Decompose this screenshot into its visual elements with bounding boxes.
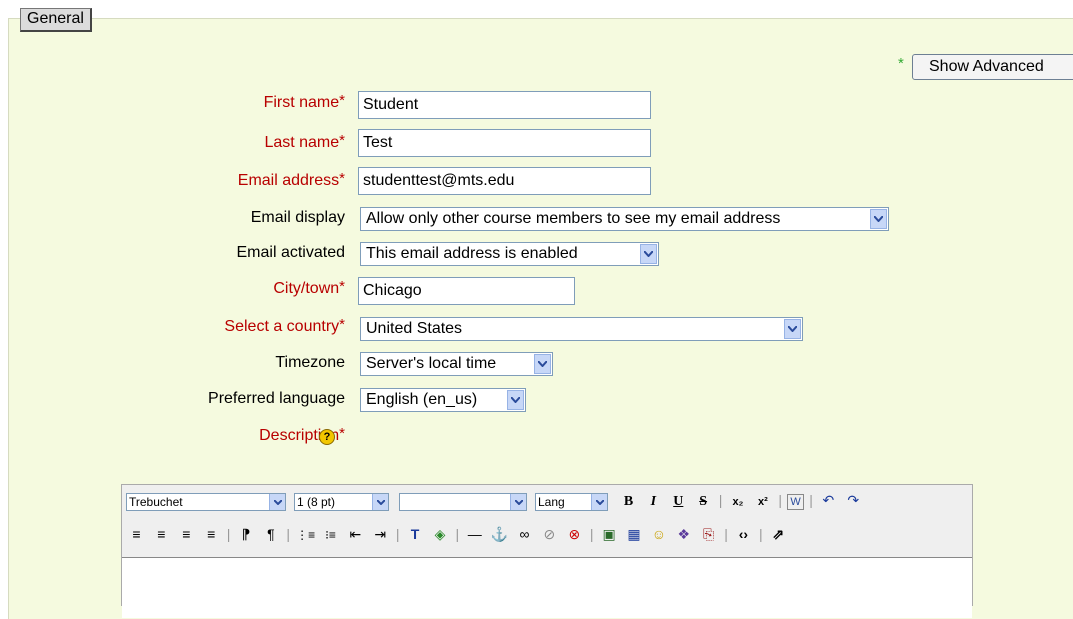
italic-icon[interactable]: I <box>643 493 664 511</box>
last-name-input[interactable]: Test <box>358 129 651 157</box>
outdent-icon[interactable]: ⇤ <box>345 525 366 543</box>
toolbar-row-2: ≡ ≡ ≡ ≡ | ⁋ ¶ | ⋮≡ ⁝≡ ⇤ ⇥ | T ◈ | — ⚓ ∞ … <box>126 525 789 544</box>
general-legend[interactable]: General <box>20 8 92 32</box>
undo-icon[interactable]: ↶ <box>818 491 839 509</box>
bold-icon[interactable]: B <box>618 493 639 511</box>
font-family-select[interactable]: Trebuchet <box>126 493 286 511</box>
ordered-list-icon[interactable]: ⋮≡ <box>295 526 316 544</box>
chevron-down-icon[interactable] <box>372 494 388 510</box>
chevron-down-icon[interactable] <box>640 244 657 264</box>
special-char-icon[interactable]: ❖ <box>673 525 694 543</box>
rtl-icon[interactable]: ¶ <box>260 525 281 543</box>
show-advanced-button[interactable]: Show Advanced <box>912 54 1073 80</box>
first-name-label: First name* <box>263 92 345 111</box>
chevron-down-icon[interactable] <box>784 319 801 339</box>
editor-text-area[interactable] <box>122 557 972 618</box>
toolbar-separator: | <box>718 492 723 508</box>
email-label: Email address* <box>237 170 345 189</box>
chevron-down-icon[interactable] <box>507 390 524 410</box>
email-activated-select[interactable]: This email address is enabled <box>360 242 659 266</box>
toolbar-separator: | <box>759 526 763 542</box>
underline-icon[interactable]: U <box>668 493 689 511</box>
background-color-icon[interactable]: ◈ <box>429 525 450 543</box>
toolbar-separator: | <box>286 526 291 542</box>
strikethrough-icon[interactable]: S <box>693 493 714 511</box>
chevron-down-icon[interactable] <box>269 494 285 510</box>
anchor-icon[interactable]: ⚓ <box>489 525 510 543</box>
insert-image-icon[interactable]: ▣ <box>599 525 620 543</box>
help-icon[interactable]: ? <box>319 429 335 445</box>
country-select[interactable]: United States <box>360 317 803 341</box>
toolbar-separator: | <box>455 526 460 542</box>
last-name-label: Last name* <box>264 132 345 151</box>
indent-icon[interactable]: ⇥ <box>370 525 391 543</box>
html-editor: Trebuchet 1 (8 pt) Lang B I U S | x₂ x² … <box>121 484 973 618</box>
search-replace-icon[interactable]: ⎘ <box>698 525 719 543</box>
city-label: City/town* <box>273 278 345 297</box>
first-name-input[interactable]: Student <box>358 91 651 119</box>
lang-select[interactable]: Lang <box>535 493 608 511</box>
align-right-icon[interactable]: ≡ <box>176 525 197 543</box>
ltr-icon[interactable]: ⁋ <box>235 525 256 543</box>
unlink-icon[interactable]: ⊘ <box>539 525 560 543</box>
align-justify-icon[interactable]: ≡ <box>201 525 222 543</box>
city-input[interactable]: Chicago <box>358 277 575 305</box>
html-source-icon[interactable]: ‹› <box>733 525 754 543</box>
email-activated-label: Email activated <box>236 244 346 261</box>
timezone-select[interactable]: Server's local time <box>360 352 553 376</box>
country-label: Select a country* <box>224 316 345 335</box>
horizontal-rule-icon[interactable]: — <box>464 525 485 543</box>
chevron-down-icon[interactable] <box>510 494 526 510</box>
clean-word-icon[interactable]: W <box>787 494 805 510</box>
align-center-icon[interactable]: ≡ <box>151 525 172 543</box>
superscript-icon[interactable]: x² <box>752 493 773 511</box>
redo-icon[interactable]: ↷ <box>843 491 864 509</box>
insert-table-icon[interactable]: ▦ <box>623 525 644 543</box>
toolbar-separator: | <box>778 492 783 508</box>
align-left-icon[interactable]: ≡ <box>126 525 147 543</box>
toolbar-row-1: B I U S | x₂ x² | W | ↶ ↷ <box>618 491 864 511</box>
chevron-down-icon[interactable] <box>534 354 551 374</box>
toolbar-separator: | <box>589 526 594 542</box>
fullscreen-icon[interactable]: ⇗ <box>768 525 789 543</box>
toolbar-separator: | <box>724 526 728 542</box>
unordered-list-icon[interactable]: ⁝≡ <box>320 526 341 544</box>
toolbar-separator: | <box>395 526 400 542</box>
text-color-icon[interactable]: T <box>405 525 426 543</box>
email-input[interactable]: studenttest@mts.edu <box>358 167 651 195</box>
toolbar-separator: | <box>809 492 813 508</box>
toolbar-separator: | <box>226 526 231 542</box>
email-display-label: Email display <box>250 209 345 226</box>
timezone-label: Timezone <box>275 354 345 371</box>
subscript-icon[interactable]: x₂ <box>727 493 748 511</box>
font-size-select[interactable]: 1 (8 pt) <box>294 493 389 511</box>
chevron-down-icon[interactable] <box>870 209 887 229</box>
advanced-marker: * <box>898 55 904 72</box>
chevron-down-icon[interactable] <box>591 494 607 510</box>
smiley-icon[interactable]: ☺ <box>648 525 669 543</box>
language-label: Preferred language <box>208 390 345 407</box>
email-display-select[interactable]: Allow only other course members to see m… <box>360 207 889 231</box>
language-select[interactable]: English (en_us) <box>360 388 526 412</box>
link-icon[interactable]: ∞ <box>514 525 535 543</box>
nolink-icon[interactable]: ⊗ <box>564 525 585 543</box>
style-select[interactable] <box>399 493 527 511</box>
